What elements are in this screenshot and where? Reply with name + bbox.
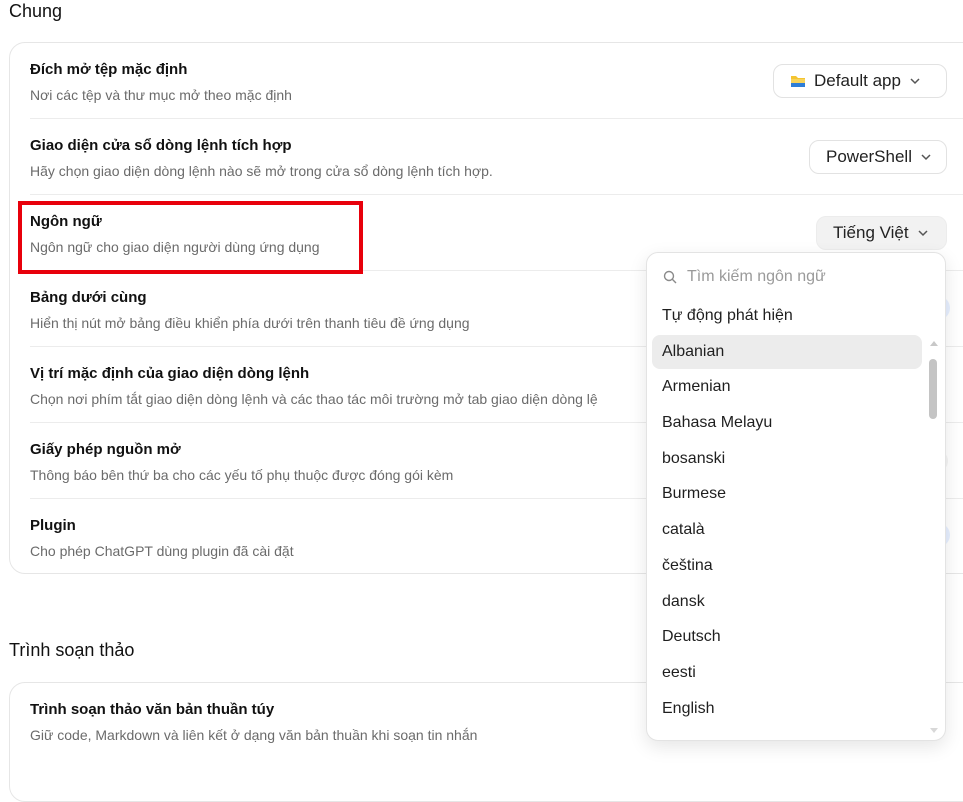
language-option-english[interactable]: English — [652, 692, 922, 726]
open-target-value: Default app — [814, 71, 901, 90]
setting-title: Plugin — [30, 517, 76, 534]
setting-title: Vị trí mặc định của giao diện dòng lệnh — [30, 365, 310, 382]
scroll-thumb[interactable] — [929, 359, 937, 419]
chevron-down-icon — [918, 230, 928, 237]
setting-desc: Chọn nơi phím tắt giao diện dòng lệnh và… — [30, 391, 598, 407]
highlight-box — [18, 201, 363, 274]
language-option-burmese[interactable]: Burmese — [652, 477, 922, 511]
section-title-editor: Trình soạn thảo — [9, 640, 135, 660]
setting-desc: Cho phép ChatGPT dùng plugin đã cài đặt — [30, 543, 294, 559]
language-option-dansk[interactable]: dansk — [652, 585, 922, 619]
language-search-input[interactable] — [685, 267, 925, 287]
language-value: Tiếng Việt — [833, 223, 909, 242]
setting-title: Giao diện cửa sổ dòng lệnh tích hợp — [30, 137, 292, 154]
terminal-value: PowerShell — [826, 147, 912, 166]
language-option-albanian[interactable]: Albanian — [652, 335, 922, 369]
setting-title: Giấy phép nguồn mở — [30, 441, 181, 458]
search-icon — [663, 270, 677, 284]
setting-title: Đích mở tệp mặc định — [30, 61, 188, 78]
setting-desc: Nơi các tệp và thư mục mở theo mặc định — [30, 87, 292, 103]
chevron-down-icon — [921, 154, 931, 161]
language-dropdown: Tự động phát hiện Albanian Armenian Baha… — [646, 252, 946, 741]
setting-desc: Hiển thị nút mở bảng điều khiển phía dướ… — [30, 315, 470, 331]
scroll-down-arrow-icon[interactable] — [929, 727, 939, 735]
language-option-armenian[interactable]: Armenian — [652, 370, 922, 404]
setting-desc: Hãy chọn giao diện dòng lệnh nào sẽ mở t… — [30, 163, 493, 179]
open-target-select[interactable]: Default app — [773, 64, 947, 98]
dropdown-scrollbar[interactable] — [929, 339, 939, 735]
language-option-catala[interactable]: català — [652, 513, 922, 547]
section-title-general: Chung — [9, 1, 63, 21]
language-option-auto-detect[interactable]: Tự động phát hiện — [652, 299, 922, 333]
setting-title: Bảng dưới cùng — [30, 289, 147, 306]
language-option-bahasa-melayu[interactable]: Bahasa Melayu — [652, 406, 922, 440]
language-option-cestina[interactable]: čeština — [652, 549, 922, 583]
language-option-deutsch[interactable]: Deutsch — [652, 620, 922, 654]
chevron-down-icon — [910, 78, 920, 85]
folder-icon — [791, 76, 805, 87]
setting-desc: Thông báo bên thứ ba cho các yếu tố phụ … — [30, 467, 454, 483]
language-option-eesti[interactable]: eesti — [652, 656, 922, 690]
setting-title: Trình soạn thảo văn bản thuần túy — [30, 701, 275, 718]
language-option-bosanski[interactable]: bosanski — [652, 442, 922, 476]
language-select[interactable]: Tiếng Việt — [816, 216, 947, 250]
scroll-up-arrow-icon[interactable] — [929, 339, 939, 347]
terminal-select[interactable]: PowerShell — [809, 140, 947, 174]
language-search — [647, 253, 945, 301]
